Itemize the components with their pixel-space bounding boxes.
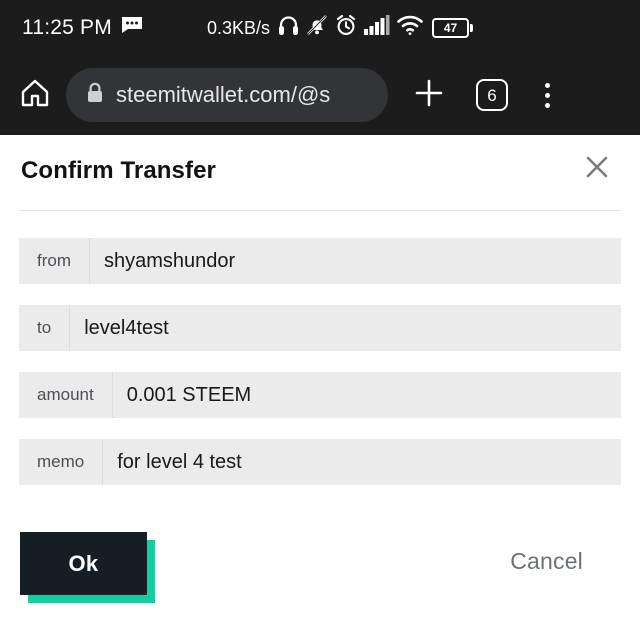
cancel-button[interactable]: Cancel xyxy=(510,550,583,573)
ok-button[interactable]: Ok xyxy=(20,532,147,595)
status-bar-left: 11:25 PM xyxy=(22,16,143,39)
battery-indicator: 47 xyxy=(432,17,474,38)
browser-toolbar: steemitwallet.com/@s 6 xyxy=(0,55,640,135)
tab-counter-button[interactable]: 6 xyxy=(476,79,508,111)
home-icon xyxy=(19,77,51,114)
field-row-memo: memo for level 4 test xyxy=(19,439,621,485)
plus-icon xyxy=(413,77,445,114)
alarm-clock-icon xyxy=(335,14,357,41)
dialog-footer: Ok Cancel xyxy=(0,520,640,623)
field-label-memo: memo xyxy=(19,439,104,485)
message-bubble-icon xyxy=(121,16,143,39)
transfer-details-list: from shyamshundor to level4test amount 0… xyxy=(19,238,621,506)
field-label-from: from xyxy=(19,238,90,284)
header-divider xyxy=(19,210,621,211)
status-bar-right: 0.3KB/s 47 xyxy=(207,14,474,41)
field-row-amount: amount 0.001 STEEM xyxy=(19,372,621,418)
status-clock: 11:25 PM xyxy=(22,16,112,39)
field-value-memo: for level 4 test xyxy=(103,439,621,485)
menu-dot xyxy=(544,102,550,108)
bell-muted-icon xyxy=(306,14,328,41)
field-row-to: to level4test xyxy=(19,305,621,351)
menu-dot xyxy=(544,92,550,98)
page-title: Confirm Transfer xyxy=(21,157,216,184)
address-bar-url: steemitwallet.com/@s xyxy=(116,84,331,106)
field-label-to: to xyxy=(19,305,71,351)
android-status-bar: 11:25 PM 0.3KB/s 47 xyxy=(0,0,640,55)
tab-count-label: 6 xyxy=(487,85,497,105)
home-button[interactable] xyxy=(12,72,58,118)
new-tab-button[interactable] xyxy=(406,72,452,118)
address-bar[interactable]: steemitwallet.com/@s xyxy=(66,68,388,122)
field-value-amount: 0.001 STEEM xyxy=(112,372,621,418)
ok-button-label: Ok xyxy=(68,550,99,576)
wifi-icon xyxy=(397,15,423,40)
headphones-icon xyxy=(278,14,299,41)
field-value-to: level4test xyxy=(70,305,621,351)
close-x-icon xyxy=(584,154,610,185)
cellular-signal-icon xyxy=(364,15,390,40)
field-label-amount: amount xyxy=(19,372,113,418)
field-value-from: shyamshundor xyxy=(90,238,621,284)
battery-tip xyxy=(470,23,474,32)
dialog-header: Confirm Transfer xyxy=(0,135,640,211)
battery-shell: 47 xyxy=(432,17,470,38)
menu-dot xyxy=(544,82,550,88)
field-row-from: from shyamshundor xyxy=(19,238,621,284)
overflow-menu-icon[interactable] xyxy=(532,75,562,115)
ok-button-group: Ok xyxy=(20,532,155,603)
network-speed-text: 0.3KB/s xyxy=(207,17,271,38)
battery-level-text: 47 xyxy=(443,20,458,35)
close-button[interactable] xyxy=(579,151,615,187)
confirm-transfer-dialog: Confirm Transfer from shyamshundor to le… xyxy=(0,135,640,623)
lock-icon xyxy=(86,82,104,109)
